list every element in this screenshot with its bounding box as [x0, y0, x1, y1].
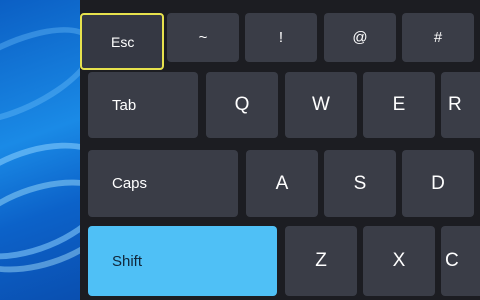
key-exclamation[interactable]: !	[245, 13, 317, 62]
key-e[interactable]: E	[363, 72, 435, 138]
key-z[interactable]: Z	[285, 226, 357, 296]
key-q[interactable]: Q	[206, 72, 278, 138]
key-r[interactable]: R	[441, 72, 480, 138]
wallpaper-swoosh	[0, 7, 80, 145]
key-d[interactable]: D	[402, 150, 474, 217]
key-a[interactable]: A	[246, 150, 318, 217]
key-tab[interactable]: Tab	[88, 72, 198, 138]
on-screen-keyboard: Esc ~ ! @ # Tab Q W E R Caps A S D Shift…	[80, 0, 480, 300]
key-caps[interactable]: Caps	[88, 150, 238, 217]
key-shift[interactable]: Shift	[88, 226, 277, 296]
desktop-wallpaper	[0, 0, 80, 300]
key-at[interactable]: @	[324, 13, 396, 62]
key-w[interactable]: W	[285, 72, 357, 138]
key-hash[interactable]: #	[402, 13, 474, 62]
key-esc[interactable]: Esc	[80, 13, 164, 70]
key-c[interactable]: C	[441, 226, 480, 296]
key-x[interactable]: X	[363, 226, 435, 296]
key-s[interactable]: S	[324, 150, 396, 217]
key-tilde[interactable]: ~	[167, 13, 239, 62]
